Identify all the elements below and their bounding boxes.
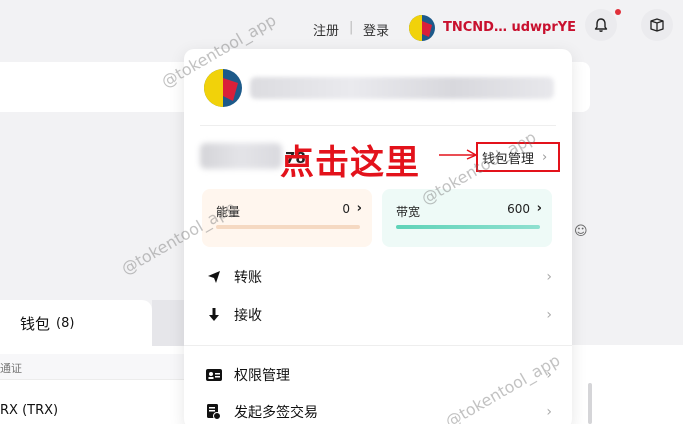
chevron-right-icon: › bbox=[542, 149, 548, 165]
chevron-right-icon: › bbox=[536, 201, 542, 216]
divider bbox=[200, 125, 556, 126]
account-avatar-icon[interactable] bbox=[409, 15, 435, 41]
background-card-edge bbox=[572, 62, 590, 112]
login-link[interactable]: 登录 bbox=[363, 20, 389, 39]
annotation-click-here: 点击这里 bbox=[280, 143, 420, 183]
id-card-icon bbox=[206, 367, 222, 383]
menu-multisig[interactable]: 发起多签交易 › bbox=[184, 393, 572, 424]
token-row-trx[interactable]: RX (TRX) bbox=[0, 403, 58, 418]
chevron-right-icon: › bbox=[546, 404, 552, 420]
bandwidth-value: 600 bbox=[507, 202, 530, 216]
download-icon bbox=[206, 307, 222, 323]
scrollbar[interactable] bbox=[588, 383, 592, 424]
register-link[interactable]: 注册 bbox=[313, 20, 339, 39]
balance-blurred bbox=[200, 143, 282, 169]
menu-transfer-label: 转账 bbox=[234, 270, 262, 286]
tab-wallet[interactable]: 钱包 (8) bbox=[0, 300, 152, 346]
send-icon bbox=[206, 269, 222, 285]
docs-button[interactable] bbox=[641, 9, 673, 41]
account-dropdown-panel: 78 点击这里 钱包管理 › 能量 0 › 带宽 600 › 转账 › 接收 › bbox=[184, 49, 572, 424]
menu-receive[interactable]: 接收 › bbox=[184, 296, 572, 334]
energy-progress-bar bbox=[216, 225, 360, 229]
energy-value: 0 bbox=[342, 202, 350, 216]
menu-transfer[interactable]: 转账 › bbox=[184, 258, 572, 296]
divider bbox=[184, 345, 572, 346]
bandwidth-card[interactable]: 带宽 600 › bbox=[382, 189, 552, 247]
account-name[interactable]: TNCND… udwprYE bbox=[443, 20, 576, 35]
menu-multisig-label: 发起多签交易 bbox=[234, 405, 318, 421]
chevron-right-icon: › bbox=[356, 201, 362, 216]
multisig-icon bbox=[206, 404, 222, 420]
smile-icon[interactable]: ☺ bbox=[574, 225, 588, 239]
bandwidth-progress-bar bbox=[396, 225, 540, 229]
wallet-address-blurred bbox=[250, 77, 554, 99]
bandwidth-label: 带宽 bbox=[396, 205, 421, 219]
token-column-header: 通证 bbox=[0, 354, 190, 380]
tab-wallet-label: 钱包 bbox=[20, 314, 51, 333]
topbar-separator: | bbox=[349, 20, 354, 35]
menu-receive-label: 接收 bbox=[234, 308, 262, 324]
wallet-avatar-icon bbox=[204, 69, 242, 107]
book-icon bbox=[650, 18, 664, 32]
notification-button[interactable] bbox=[585, 9, 617, 41]
menu-permissions-label: 权限管理 bbox=[234, 368, 290, 384]
tab-wallet-count: (8) bbox=[56, 315, 75, 331]
chevron-right-icon: › bbox=[546, 307, 552, 323]
notification-dot bbox=[615, 9, 621, 15]
chevron-right-icon: › bbox=[546, 269, 552, 285]
bell-icon bbox=[594, 18, 608, 32]
